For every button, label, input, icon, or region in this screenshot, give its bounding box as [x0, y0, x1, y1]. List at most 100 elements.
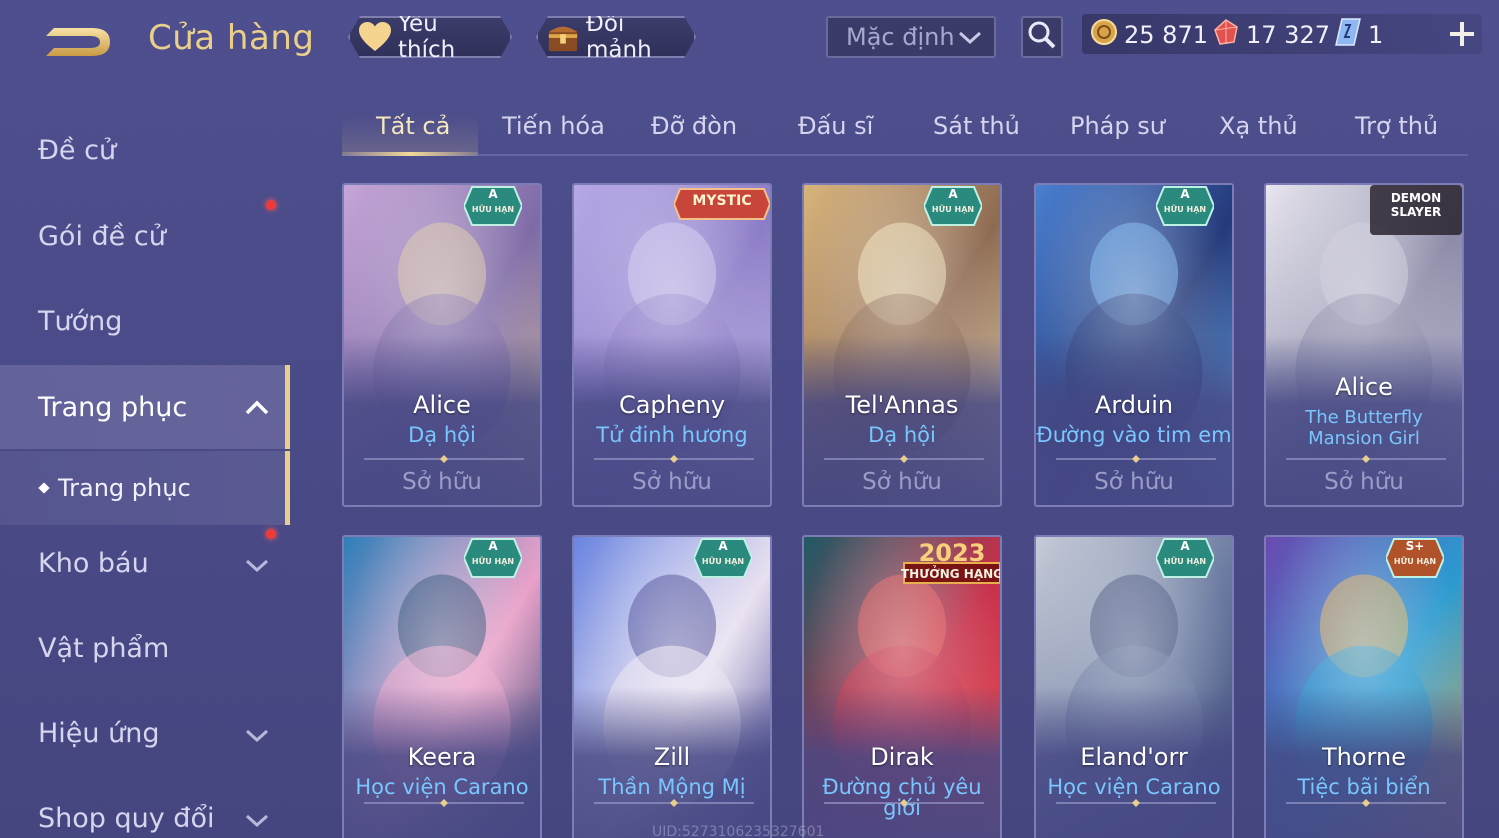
skin-name: The Butterfly Mansion Girl [1305, 407, 1423, 449]
skin-card[interactable]: A HỮU HẠN Keera Học viện Carano [342, 535, 542, 838]
ownership-status: Sở hữu [1324, 469, 1404, 495]
sidebar-item-effects[interactable]: Hiệu ứng [0, 693, 290, 773]
skin-name: Đường vào tim em [1036, 423, 1232, 447]
hero-name: Arduin [1094, 391, 1174, 419]
treasure-chest-icon [546, 20, 580, 54]
skin-name: Tiệc bãi biển [1297, 775, 1431, 799]
chevron-up-icon [244, 393, 270, 415]
hero-name: Keera [407, 743, 477, 771]
rarity-badge: MYSTIC [672, 187, 770, 225]
rarity-badge: A HỮU HẠN [462, 185, 524, 231]
plus-icon [1446, 22, 1478, 54]
badge-label: A [488, 187, 498, 201]
sidebar-subitem-label: Trang phục [58, 474, 191, 502]
sidebar-item-heroes[interactable]: Tướng [0, 281, 290, 361]
sidebar: Đề cử Gói đề cử Tướng Trang phục Trang p… [0, 100, 290, 838]
rarity-badge: A HỮU HẠN [462, 537, 524, 583]
tab-support[interactable]: Trợ thủ [1355, 112, 1438, 140]
notification-dot [266, 529, 276, 539]
sidebar-item-treasure[interactable]: Kho báu [0, 523, 290, 603]
skin-name: Học viện Carano [355, 775, 529, 799]
chevron-down-icon [244, 806, 270, 828]
card-divider [1286, 455, 1446, 463]
sidebar-item-label: Tướng [38, 305, 123, 337]
badge-label: S+ [1405, 539, 1425, 553]
card-divider [364, 799, 524, 807]
skin-card[interactable]: S+ HỮU HẠN Thorne Tiệc bãi biển [1264, 535, 1464, 838]
sidebar-subitem-skins[interactable]: Trang phục [0, 451, 290, 525]
back-arrow-icon[interactable] [40, 22, 114, 62]
badge-label: MYSTIC [692, 193, 752, 209]
badge-label: A [948, 187, 958, 201]
gold-amount: 25 871 [1124, 21, 1208, 49]
search-icon [1027, 20, 1057, 54]
skin-card[interactable]: A HỮU HẠN Arduin Đường vào tim em Sở hữu [1034, 183, 1234, 507]
tab-mage[interactable]: Pháp sư [1070, 112, 1165, 140]
skin-card[interactable]: 2023 THƯỞNG HẠNG Dirak Đường chủ yêu giớ… [802, 535, 1002, 838]
ruby-icon [1212, 18, 1240, 52]
card-divider [1286, 799, 1446, 807]
skin-name: Học viện Carano [1047, 775, 1221, 799]
heart-icon [358, 20, 392, 54]
voucher-currency: 1 [1334, 16, 1383, 54]
chevron-down-icon [244, 721, 270, 743]
sidebar-item-recommended[interactable]: Đề cử [0, 110, 290, 190]
card-divider [824, 455, 984, 463]
sidebar-item-label: Kho báu [38, 547, 149, 579]
badge-label: A [718, 539, 728, 553]
tab-tank[interactable]: Đỡ đòn [651, 112, 737, 140]
rarity-badge: S+ HỮU HẠN [1384, 537, 1446, 583]
sidebar-item-exchange-shop[interactable]: Shop quy đổi [0, 778, 290, 838]
ruby-amount: 17 327 [1246, 21, 1330, 49]
sort-dropdown[interactable]: Mặc định [826, 16, 996, 58]
badge-sublabel: HỮU HẠN [1163, 205, 1207, 214]
sidebar-item-skins[interactable]: Trang phục [0, 365, 290, 449]
exchange-shards-button[interactable]: Đổi mảnh [536, 16, 696, 58]
card-divider [364, 455, 524, 463]
rarity-badge: DEMON SLAYER [1370, 185, 1462, 239]
sidebar-item-label: Đề cử [38, 134, 117, 166]
favorite-button[interactable]: Yêu thích [348, 16, 512, 58]
page-title: Cửa hàng [148, 18, 315, 58]
tab-all[interactable]: Tất cả [376, 112, 450, 140]
tab-assassin[interactable]: Sát thủ [933, 112, 1020, 140]
notification-dot [266, 200, 276, 210]
tab-fighter[interactable]: Đấu sĩ [798, 112, 873, 140]
card-divider [594, 455, 754, 463]
sidebar-item-items[interactable]: Vật phẩm [0, 608, 290, 688]
skin-card[interactable]: A HỮU HẠN Zill Thần Mộng Mị [572, 535, 772, 838]
badge-label: 2023 [918, 539, 986, 567]
skin-card[interactable]: A HỮU HẠN Tel'Annas Dạ hội Sở hữu [802, 183, 1002, 507]
skin-card[interactable]: A HỮU HẠN Eland'orr Học viện Carano [1034, 535, 1234, 838]
card-divider [1056, 455, 1216, 463]
sidebar-item-bundles[interactable]: Gói đề cử [0, 196, 290, 276]
badge-sublabel: HỮU HẠN [1163, 557, 1207, 566]
badge-label: A [1180, 539, 1190, 553]
skin-name: Thần Mộng Mị [598, 775, 746, 799]
hero-name: Alice [1335, 373, 1393, 401]
add-currency-button[interactable] [1446, 18, 1478, 50]
search-button[interactable] [1021, 16, 1063, 58]
rarity-badge: A HỮU HẠN [922, 185, 984, 231]
skin-card[interactable]: A HỮU HẠN Alice Dạ hội Sở hữu [342, 183, 542, 507]
tab-marksman[interactable]: Xạ thủ [1219, 112, 1298, 140]
card-divider [824, 799, 984, 807]
badge-sublabel: HỮU HẠN [701, 557, 745, 566]
chevron-down-icon [958, 23, 982, 51]
badge-label: A [488, 539, 498, 553]
sidebar-item-label: Vật phẩm [38, 632, 170, 664]
voucher-ticket-icon [1334, 17, 1362, 53]
badge-sublabel: HỮU HẠN [471, 205, 515, 214]
active-tab-underline [342, 152, 478, 156]
hero-name: Capheny [618, 391, 726, 419]
gold-coin-icon [1090, 18, 1118, 52]
skin-name: Dạ hội [868, 423, 936, 447]
skin-card[interactable]: MYSTIC Capheny Tử đinh hương Sở hữu [572, 183, 772, 507]
badge-sublabel: HỮU HẠN [931, 205, 975, 214]
rarity-badge: A HỮU HẠN [1154, 185, 1216, 231]
tab-evolution[interactable]: Tiến hóa [502, 112, 605, 140]
top-bar: Cửa hàng Yêu thích Đổi mảnh Mặc định 25 … [0, 0, 1499, 80]
skin-card[interactable]: DEMON SLAYER Alice The Butterfly Mansion… [1264, 183, 1464, 507]
sidebar-item-label: Shop quy đổi [38, 802, 215, 834]
sidebar-item-label: Gói đề cử [38, 220, 166, 252]
